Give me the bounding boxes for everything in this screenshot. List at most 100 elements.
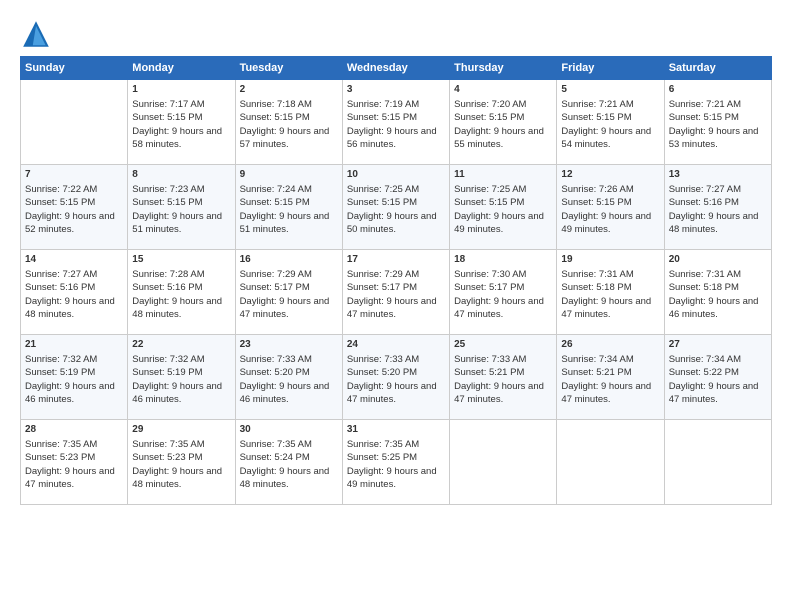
- calendar-cell: 6Sunrise: 7:21 AMSunset: 5:15 PMDaylight…: [664, 80, 771, 165]
- sunset-text: Sunset: 5:16 PM: [25, 282, 95, 293]
- daylight-text: Daylight: 9 hours and 47 minutes.: [25, 466, 115, 490]
- day-number: 16: [240, 253, 338, 267]
- sunset-text: Sunset: 5:15 PM: [132, 112, 202, 123]
- sunset-text: Sunset: 5:15 PM: [347, 112, 417, 123]
- sunset-text: Sunset: 5:18 PM: [669, 282, 739, 293]
- sunrise-text: Sunrise: 7:28 AM: [132, 269, 204, 280]
- sunrise-text: Sunrise: 7:33 AM: [454, 354, 526, 365]
- calendar-day-header: Saturday: [664, 57, 771, 80]
- logo-icon: [20, 18, 52, 50]
- sunrise-text: Sunrise: 7:20 AM: [454, 99, 526, 110]
- calendar-day-header: Friday: [557, 57, 664, 80]
- day-number: 22: [132, 338, 230, 352]
- calendar-cell: 1Sunrise: 7:17 AMSunset: 5:15 PMDaylight…: [128, 80, 235, 165]
- daylight-text: Daylight: 9 hours and 49 minutes.: [454, 211, 544, 235]
- daylight-text: Daylight: 9 hours and 47 minutes.: [347, 296, 437, 320]
- calendar-day-header: Thursday: [450, 57, 557, 80]
- calendar-cell: 17Sunrise: 7:29 AMSunset: 5:17 PMDayligh…: [342, 250, 449, 335]
- day-number: 26: [561, 338, 659, 352]
- day-number: 10: [347, 168, 445, 182]
- calendar-header-row: SundayMondayTuesdayWednesdayThursdayFrid…: [21, 57, 772, 80]
- sunset-text: Sunset: 5:22 PM: [669, 367, 739, 378]
- calendar-body: 1Sunrise: 7:17 AMSunset: 5:15 PMDaylight…: [21, 80, 772, 505]
- calendar-cell: 29Sunrise: 7:35 AMSunset: 5:23 PMDayligh…: [128, 420, 235, 505]
- daylight-text: Daylight: 9 hours and 52 minutes.: [25, 211, 115, 235]
- day-number: 25: [454, 338, 552, 352]
- sunrise-text: Sunrise: 7:34 AM: [669, 354, 741, 365]
- calendar-cell: 15Sunrise: 7:28 AMSunset: 5:16 PMDayligh…: [128, 250, 235, 335]
- calendar-cell: 31 Sunrise: 7:35 AM Sunset: 5:25 PM Dayligh…: [342, 420, 449, 505]
- sunrise-text: Sunrise: 7:21 AM: [561, 99, 633, 110]
- sunset-text: Sunset: 5:20 PM: [347, 367, 417, 378]
- sunset-text: Sunset: 5:17 PM: [347, 282, 417, 293]
- sunrise-text: Sunrise: 7:33 AM: [347, 354, 419, 365]
- day-number: 9: [240, 168, 338, 182]
- sunset-text: Sunset: 5:15 PM: [454, 197, 524, 208]
- sunset-text: Sunset: 5:17 PM: [454, 282, 524, 293]
- sunrise-text: Sunrise: 7:21 AM: [669, 99, 741, 110]
- calendar-cell: 18Sunrise: 7:30 AMSunset: 5:17 PMDayligh…: [450, 250, 557, 335]
- calendar-cell: 21Sunrise: 7:32 AMSunset: 5:19 PMDayligh…: [21, 335, 128, 420]
- calendar-cell: 7Sunrise: 7:22 AMSunset: 5:15 PMDaylight…: [21, 165, 128, 250]
- calendar-cell: 9 Sunrise: 7:24 AM Sunset: 5:15 PM Daylight…: [235, 165, 342, 250]
- sunrise-text: Sunrise: 7:31 AM: [669, 269, 741, 280]
- sunrise-text: Sunrise: 7:35 AM: [347, 439, 419, 450]
- sunset-text: Sunset: 5:15 PM: [454, 112, 524, 123]
- sunset-text: Sunset: 5:15 PM: [347, 197, 417, 208]
- calendar-cell: [557, 420, 664, 505]
- sunrise-text: Sunrise: 7:25 AM: [347, 184, 419, 195]
- calendar-cell: 26Sunrise: 7:34 AMSunset: 5:21 PMDayligh…: [557, 335, 664, 420]
- sunset-text: Sunset: 5:21 PM: [454, 367, 524, 378]
- calendar-cell: [450, 420, 557, 505]
- daylight-text: Daylight: 9 hours and 46 minutes.: [132, 381, 222, 405]
- day-number: 19: [561, 253, 659, 267]
- day-number: 14: [25, 253, 123, 267]
- daylight-text: Daylight: 9 hours and 47 minutes.: [454, 296, 544, 320]
- sunset-text: Sunset: 5:15 PM: [669, 112, 739, 123]
- day-number: 12: [561, 168, 659, 182]
- sunset-text: Sunset: 5:15 PM: [132, 197, 202, 208]
- sunset-text: Sunset: 5:24 PM: [240, 452, 310, 463]
- daylight-text: Daylight: 9 hours and 51 minutes.: [132, 211, 222, 235]
- sunset-text: Sunset: 5:16 PM: [132, 282, 202, 293]
- daylight-text: Daylight: 9 hours and 47 minutes.: [454, 381, 544, 405]
- page: SundayMondayTuesdayWednesdayThursdayFrid…: [0, 0, 792, 612]
- daylight-text: Daylight: 9 hours and 48 minutes.: [25, 296, 115, 320]
- sunset-text: Sunset: 5:15 PM: [561, 112, 631, 123]
- daylight-text: Daylight: 9 hours and 51 minutes.: [240, 211, 330, 235]
- calendar-cell: 8Sunrise: 7:23 AMSunset: 5:15 PMDaylight…: [128, 165, 235, 250]
- calendar-day-header: Tuesday: [235, 57, 342, 80]
- sunset-text: Sunset: 5:17 PM: [240, 282, 310, 293]
- calendar-cell: 11Sunrise: 7:25 AMSunset: 5:15 PMDayligh…: [450, 165, 557, 250]
- calendar-cell: [21, 80, 128, 165]
- daylight-text: Daylight: 9 hours and 47 minutes.: [240, 296, 330, 320]
- sunset-text: Sunset: 5:15 PM: [240, 197, 310, 208]
- calendar-cell: 28Sunrise: 7:35 AMSunset: 5:23 PMDayligh…: [21, 420, 128, 505]
- day-number: 8: [132, 168, 230, 182]
- daylight-text: Daylight: 9 hours and 55 minutes.: [454, 126, 544, 150]
- sunset-text: Sunset: 5:15 PM: [240, 112, 310, 123]
- sunset-text: Sunset: 5:25 PM: [347, 452, 417, 463]
- calendar-table: SundayMondayTuesdayWednesdayThursdayFrid…: [20, 56, 772, 505]
- sunrise-text: Sunrise: 7:31 AM: [561, 269, 633, 280]
- sunset-text: Sunset: 5:23 PM: [25, 452, 95, 463]
- day-number: 31: [347, 423, 445, 437]
- sunset-text: Sunset: 5:18 PM: [561, 282, 631, 293]
- daylight-text: Daylight: 9 hours and 47 minutes.: [669, 381, 759, 405]
- sunrise-text: Sunrise: 7:22 AM: [25, 184, 97, 195]
- sunset-text: Sunset: 5:23 PM: [132, 452, 202, 463]
- sunset-text: Sunset: 5:20 PM: [240, 367, 310, 378]
- calendar-cell: 10Sunrise: 7:25 AMSunset: 5:15 PMDayligh…: [342, 165, 449, 250]
- sunrise-text: Sunrise: 7:24 AM: [240, 184, 312, 195]
- sunset-text: Sunset: 5:21 PM: [561, 367, 631, 378]
- day-number: 5: [561, 83, 659, 97]
- daylight-text: Daylight: 9 hours and 49 minutes.: [347, 466, 437, 490]
- daylight-text: Daylight: 9 hours and 48 minutes.: [669, 211, 759, 235]
- sunrise-text: Sunrise: 7:32 AM: [25, 354, 97, 365]
- day-number: 21: [25, 338, 123, 352]
- daylight-text: Daylight: 9 hours and 46 minutes.: [25, 381, 115, 405]
- sunrise-text: Sunrise: 7:27 AM: [25, 269, 97, 280]
- calendar-week-row: 28Sunrise: 7:35 AMSunset: 5:23 PMDayligh…: [21, 420, 772, 505]
- logo: [20, 18, 56, 50]
- calendar-header: SundayMondayTuesdayWednesdayThursdayFrid…: [21, 57, 772, 80]
